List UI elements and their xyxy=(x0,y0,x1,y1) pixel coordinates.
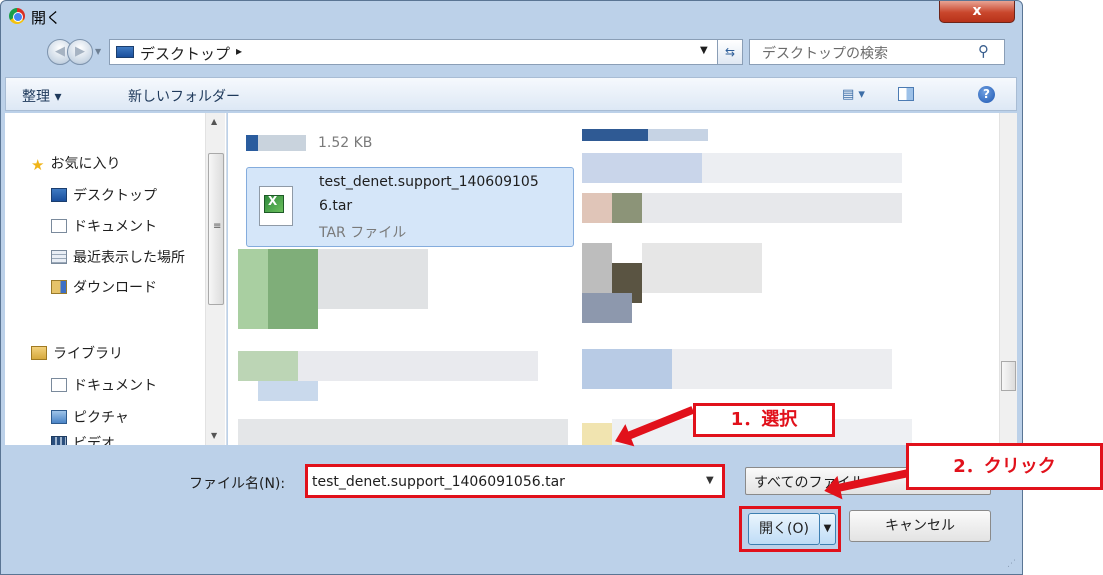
blurred-thumbnail[interactable] xyxy=(238,351,298,381)
file-item-icon xyxy=(246,135,306,151)
close-button[interactable]: x xyxy=(939,1,1015,23)
document-icon xyxy=(51,378,67,392)
filename-dropdown-icon[interactable]: ▼ xyxy=(706,475,714,486)
nav-item-label: ドキュメント xyxy=(73,378,157,394)
blurred-thumbnail[interactable] xyxy=(672,349,892,389)
library-icon xyxy=(31,346,47,360)
recent-locations-dropdown-icon[interactable]: ▼ xyxy=(95,47,101,56)
blurred-thumbnail[interactable] xyxy=(612,193,642,223)
desktop-icon xyxy=(51,188,67,202)
forward-arrow-icon: ▶ xyxy=(75,44,85,59)
file-name-line2: 6.tar xyxy=(319,198,353,214)
blurred-thumbnail[interactable] xyxy=(582,349,672,389)
step2-callout: 2．クリック xyxy=(906,443,1103,490)
blurred-thumbnail[interactable] xyxy=(582,293,632,323)
nav-libraries[interactable]: ライブラリ xyxy=(31,343,123,363)
download-icon xyxy=(51,280,67,294)
selected-file-item[interactable]: test_denet.support_140609105 6.tar TAR フ… xyxy=(246,167,574,247)
search-icon[interactable]: ⚲ xyxy=(978,42,989,60)
address-row: ◀ ▶ ▼ デスクトップ ▸ ▼ ⇆ デスクトップの検索 ⚲ xyxy=(1,31,1022,71)
blurred-thumbnail xyxy=(582,129,648,141)
nav-item-lib-documents[interactable]: ドキュメント xyxy=(51,375,157,395)
file-name-line1: test_denet.support_140609105 xyxy=(319,174,539,190)
nav-favorites[interactable]: ★ お気に入り xyxy=(31,153,120,174)
recent-places-icon xyxy=(51,250,67,264)
filename-input[interactable] xyxy=(312,471,692,493)
file-type: TAR ファイル xyxy=(319,225,407,241)
blurred-thumbnail[interactable] xyxy=(318,249,428,309)
open-file-dialog: 開く x ◀ ▶ ▼ デスクトップ ▸ ▼ ⇆ デスクトップの検索 ⚲ 整理 ▾… xyxy=(0,0,1023,575)
nav-item-lib-videos[interactable]: ビデオ xyxy=(51,433,115,445)
file-list: 1.52 KB test_denet.support_140609105 6.t… xyxy=(228,113,1017,445)
star-icon: ★ xyxy=(31,156,45,174)
organize-menu[interactable]: 整理 ▾ xyxy=(22,86,61,106)
nav-item-label: ピクチャ xyxy=(73,410,129,426)
file-item-size: 1.52 KB xyxy=(318,135,373,151)
blurred-thumbnail[interactable] xyxy=(268,249,318,329)
filename-label: ファイル名(N): xyxy=(189,476,286,492)
search-input[interactable]: デスクトップの検索 ⚲ xyxy=(749,39,1005,65)
document-icon xyxy=(51,219,67,233)
nav-item-label: ダウンロード xyxy=(73,280,157,296)
change-view-icon[interactable]: ▤ ▾ xyxy=(842,87,865,102)
tar-file-icon xyxy=(259,186,293,226)
blurred-thumbnail[interactable] xyxy=(582,193,612,223)
open-button-highlight: 開く(O) ▼ xyxy=(739,506,841,552)
nav-libraries-label: ライブラリ xyxy=(53,346,123,362)
open-options-dropdown-icon[interactable]: ▼ xyxy=(820,513,836,545)
chrome-icon xyxy=(9,8,25,24)
dialog-title: 開く xyxy=(31,9,62,27)
blurred-thumbnail[interactable] xyxy=(238,419,568,445)
file-scroll-thumb[interactable] xyxy=(1001,361,1016,391)
refresh-button[interactable]: ⇆ xyxy=(717,39,743,65)
blurred-thumbnail xyxy=(648,129,708,141)
command-bar: 整理 ▾ 新しいフォルダー ▤ ▾ ? xyxy=(5,77,1017,111)
title-bar: 開く x xyxy=(1,1,1022,31)
resize-grip-icon[interactable]: ⋰ xyxy=(1007,559,1016,569)
blurred-thumbnail[interactable] xyxy=(258,381,318,401)
preview-pane-icon[interactable] xyxy=(898,87,914,101)
nav-item-documents[interactable]: ドキュメント xyxy=(51,216,157,236)
nav-item-lib-pictures[interactable]: ピクチャ xyxy=(51,407,129,427)
nav-favorites-label: お気に入り xyxy=(50,156,121,172)
nav-item-label: デスクトップ xyxy=(73,188,157,204)
scroll-grip-icon: ≡ xyxy=(213,221,222,232)
navigation-pane: ★ お気に入り デスクトップ ドキュメント 最近表示した場所 ダウンロード ライブ… xyxy=(5,113,227,445)
blurred-thumbnail[interactable] xyxy=(298,351,538,381)
search-placeholder: デスクトップの検索 xyxy=(762,46,888,62)
address-dropdown-icon[interactable]: ▼ xyxy=(700,45,708,56)
nav-item-downloads[interactable]: ダウンロード xyxy=(51,277,157,297)
refresh-icon: ⇆ xyxy=(724,45,736,59)
address-bar[interactable]: デスクトップ ▸ ▼ xyxy=(109,39,739,65)
picture-icon xyxy=(51,410,67,424)
scroll-up-icon[interactable]: ▲ xyxy=(211,117,217,126)
nav-item-label: ドキュメント xyxy=(73,219,157,235)
help-icon[interactable]: ? xyxy=(978,86,995,103)
open-button[interactable]: 開く(O) xyxy=(748,513,820,545)
desktop-icon xyxy=(116,46,134,58)
blurred-thumbnail[interactable] xyxy=(702,153,902,183)
filename-field[interactable]: ▼ xyxy=(305,464,725,498)
step1-callout: 1．選択 xyxy=(693,403,835,437)
nav-item-label: 最近表示した場所 xyxy=(73,250,185,266)
blurred-thumbnail[interactable] xyxy=(238,249,268,329)
breadcrumb-desktop[interactable]: デスクトップ xyxy=(140,43,230,64)
breadcrumb-chevron-icon[interactable]: ▸ xyxy=(236,44,242,58)
forward-button[interactable]: ▶ xyxy=(67,39,93,65)
blurred-thumbnail[interactable] xyxy=(582,423,612,445)
cancel-button[interactable]: キャンセル xyxy=(849,510,991,542)
nav-scrollbar[interactable]: ▲ ≡ ▼ xyxy=(205,113,225,445)
nav-item-label: ビデオ xyxy=(73,436,115,445)
nav-item-desktop[interactable]: デスクトップ xyxy=(51,185,157,205)
new-folder-button[interactable]: 新しいフォルダー xyxy=(128,86,240,106)
blurred-thumbnail[interactable] xyxy=(582,153,702,183)
video-icon xyxy=(51,436,67,445)
blurred-thumbnail[interactable] xyxy=(642,243,762,293)
file-list-scrollbar[interactable] xyxy=(999,113,1017,445)
nav-item-recent[interactable]: 最近表示した場所 xyxy=(51,247,185,267)
scroll-down-icon[interactable]: ▼ xyxy=(211,431,217,440)
blurred-thumbnail[interactable] xyxy=(582,243,612,293)
blurred-thumbnail[interactable] xyxy=(642,193,902,223)
